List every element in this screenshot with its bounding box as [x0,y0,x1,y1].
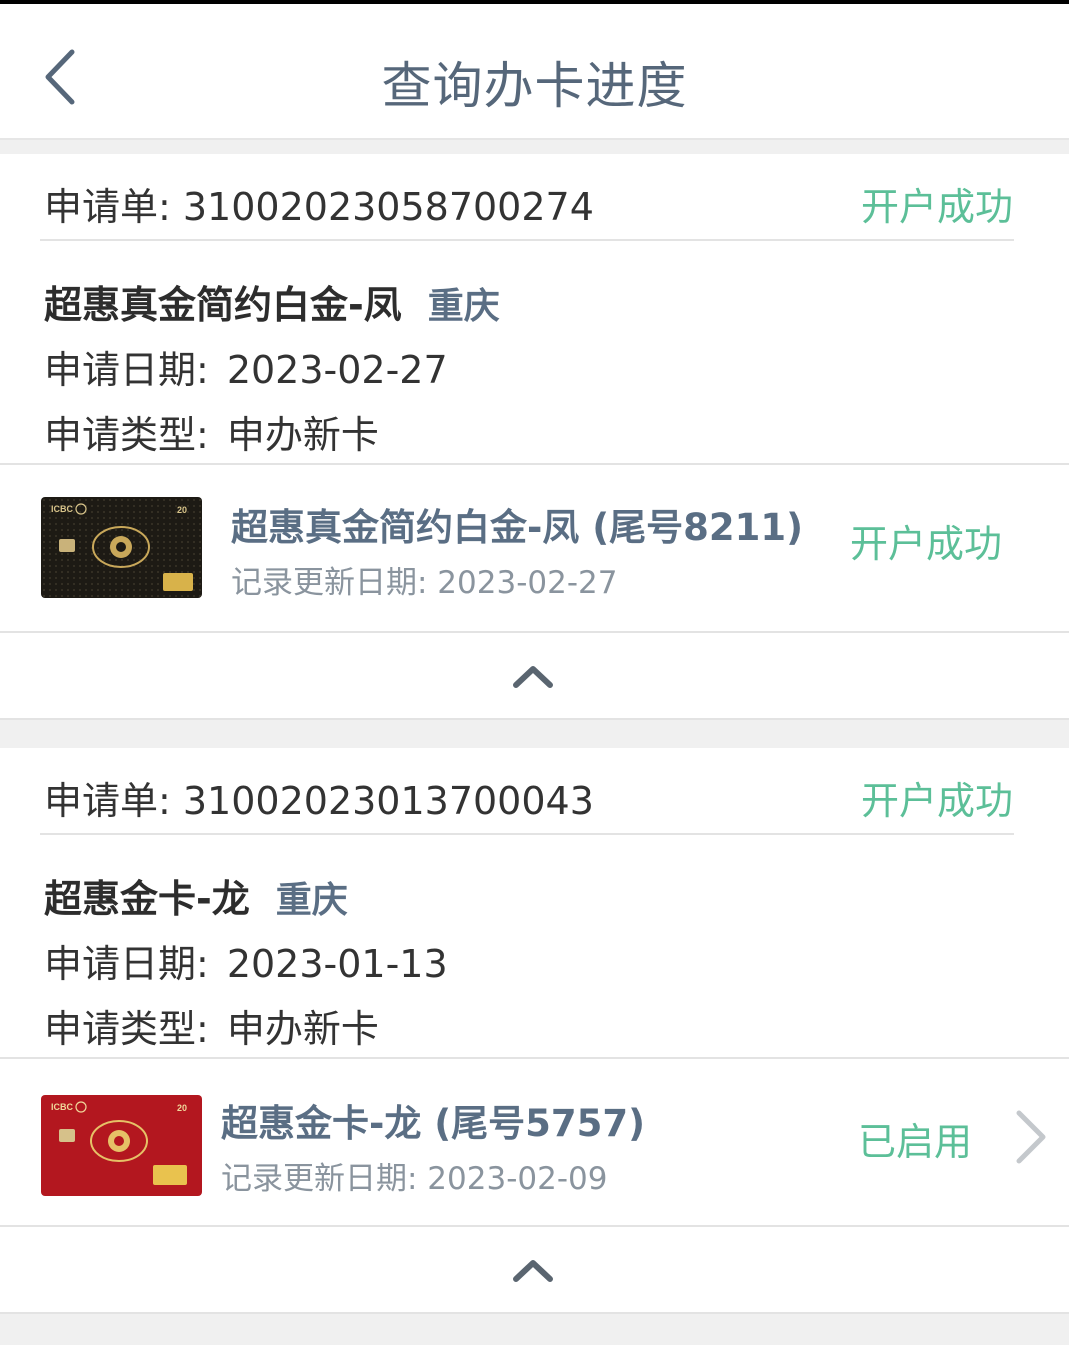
divider [40,833,1014,835]
svg-text:ICBC: ICBC [51,504,73,514]
card-image: ICBC 20 [41,1095,202,1196]
chevron-up-icon [513,1260,553,1282]
application-card-1: 申请单: 3100202305870027­4 开户成功 超惠真金简约白金-凤重… [0,154,1069,464]
type-label: 申请类型: [44,413,209,457]
card-status: 已启用 [858,1120,973,1164]
type-value: 申办新卡 [226,1007,379,1051]
city-label: 重庆 [427,286,500,327]
date-label: 申请日期: [44,942,209,986]
date-label: 申请日期: [44,348,209,392]
date-value: 2023-02-27 [226,348,448,392]
city-label: 重庆 [275,880,348,921]
chevron-right-icon [1016,1110,1046,1164]
section-gap [0,720,1069,748]
svg-text:20: 20 [177,505,187,515]
card-title: 超惠金卡-龙 (尾号5757) [221,1102,646,1145]
svg-text:20: 20 [177,1103,187,1113]
page-title: 查询办卡进度 [381,57,688,115]
card-update-date: 记录更新日期: 2023-02-27 [231,565,618,601]
type-label: 申请类型: [44,1007,209,1051]
card-update-date: 记录更新日期: 2023-02-09 [221,1161,608,1197]
chevron-up-icon [513,666,553,688]
card-image: ICBC 20 [41,497,202,598]
order-number: 申请单: 3100202305870027­4 [44,185,594,229]
application-card-2: 申请单: 3100202301370004­3 开户成功 超惠金卡-龙 重庆 申请… [0,748,1069,1058]
card-title: 超惠真金简约白金-凤 (尾号8211) [231,506,804,549]
date-value: 2023-01-13 [226,942,448,986]
section-gap [0,140,1069,154]
product-name: 超惠金卡-龙 [44,877,250,921]
card-status: 开户成功 [850,522,1003,566]
collapse-toggle[interactable] [0,1227,1069,1313]
card-item-2[interactable]: ICBC 20 超惠金卡-龙 (尾号5757) 记录更新日期: 2023-02-… [0,1059,1069,1225]
svg-text:ICBC: ICBC [51,1102,73,1112]
section-gap [0,1314,1069,1345]
nav-header: 查询办卡进度 [0,4,1069,140]
order-number: 申请单: 3100202301370004­3 [44,779,594,823]
order-status: 开户成功 [860,779,1013,823]
collapse-toggle[interactable] [0,633,1069,719]
card-item-1[interactable]: ICBC 20 超惠真金简约白金-凤 (尾号8211) 记录更新日期: 2023… [0,465,1069,631]
type-value: 申办新卡 [226,413,379,457]
order-status: 开户成功 [860,185,1013,229]
product-name: 超惠真金简约白金-凤 [44,283,402,327]
divider [40,239,1014,241]
